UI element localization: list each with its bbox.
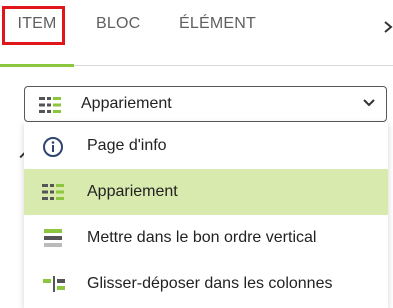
chevron-down-icon: [363, 99, 375, 107]
tab-item-label: ITEM: [17, 15, 57, 32]
tab-bar: ITEM BLOC ÉLÉMENT: [0, 0, 393, 67]
menu-item-label: Page d'info: [87, 137, 167, 154]
menu-item-vertical-order[interactable]: Mettre dans le bon ordre vertical: [24, 215, 388, 261]
tab-bloc[interactable]: BLOC: [96, 0, 140, 66]
tab-item[interactable]: ITEM: [0, 0, 74, 67]
menu-item-drag-columns[interactable]: Glisser-déposer dans les colonnes: [24, 261, 388, 307]
tab-bloc-label: BLOC: [96, 15, 141, 32]
menu-item-label: Mettre dans le bon ordre vertical: [87, 229, 317, 246]
tab-element-label: ÉLÉMENT: [179, 15, 256, 32]
drag-columns-icon: [43, 276, 65, 292]
item-type-select[interactable]: Appariement: [24, 86, 387, 122]
matching-list-icon: [42, 184, 64, 200]
vertical-order-icon: [44, 229, 62, 247]
matching-list-icon: [39, 97, 61, 113]
menu-item-page-info[interactable]: Page d'info: [24, 123, 388, 169]
menu-item-label: Appariement: [87, 183, 178, 200]
menu-item-label: Glisser-déposer dans les colonnes: [87, 275, 333, 292]
menu-item-appariement[interactable]: Appariement: [24, 169, 388, 215]
editor-panel: ITEM BLOC ÉLÉMENT Appariement Page d'inf…: [0, 0, 393, 308]
info-circle-icon: [43, 137, 63, 157]
select-value: Appariement: [81, 95, 172, 112]
tab-scroll-right-icon[interactable]: [383, 20, 393, 34]
dropdown-menu: Page d'info Appariement Mettre dans le b…: [24, 122, 388, 308]
tab-element[interactable]: ÉLÉMENT: [179, 0, 256, 66]
active-tab-indicator: [0, 64, 74, 67]
